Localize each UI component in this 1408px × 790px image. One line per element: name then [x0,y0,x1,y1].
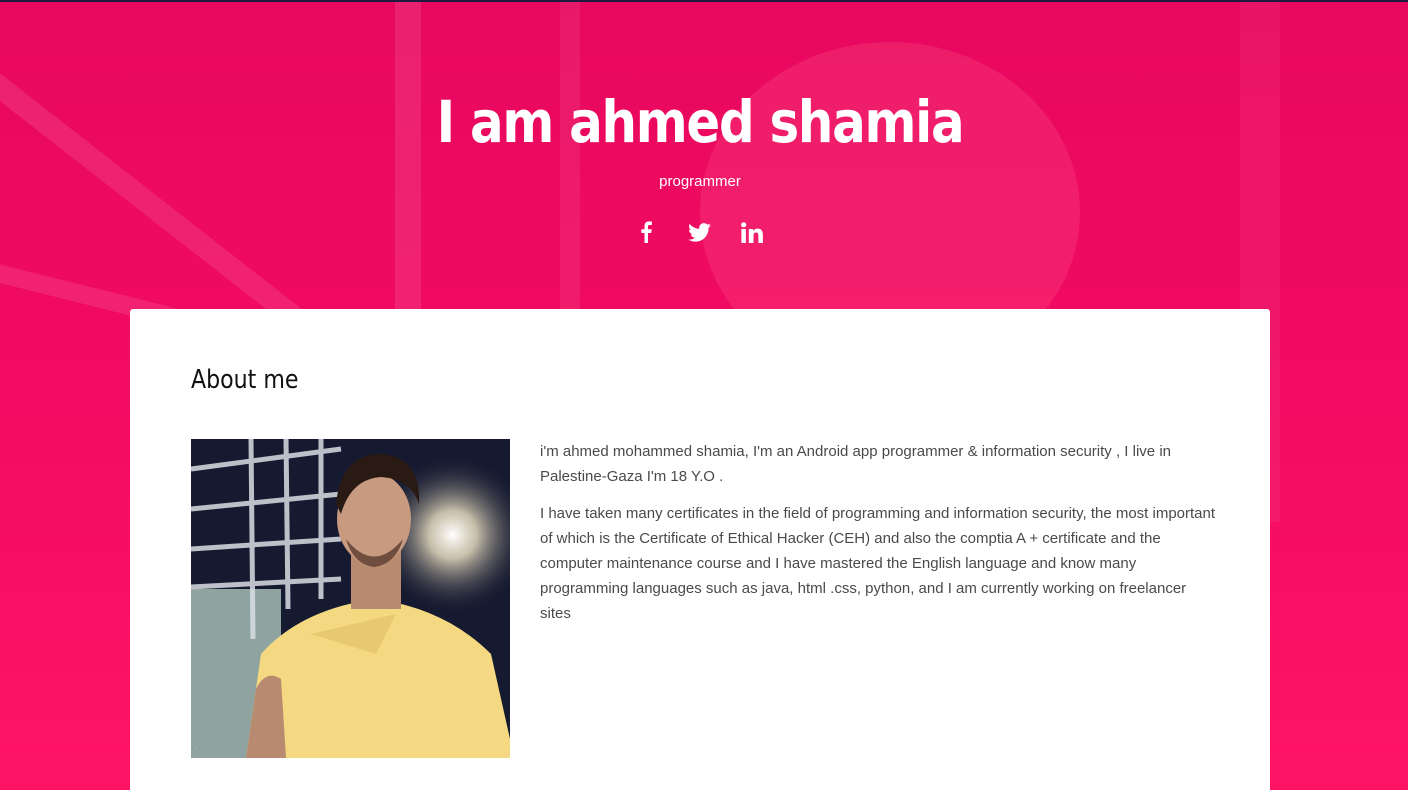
profile-photo: · [191,439,510,758]
about-card: About me · i'm ahmed mohammed shamia, I'… [130,309,1270,790]
twitter-icon [687,222,711,242]
about-heading: About me [191,365,299,395]
page-title: I am ahmed shamia [436,88,965,156]
profile-photo-image: · [191,439,510,758]
about-paragraph: i'm ahmed mohammed shamia, I'm an Androi… [540,443,1171,485]
about-paragraph: I have taken many certificates in the fi… [540,505,1216,622]
about-text: i'm ahmed mohammed shamia, I'm an Androi… [540,439,1220,638]
page-subtitle: programmer [659,173,741,190]
linkedin-link[interactable] [738,218,766,246]
twitter-link[interactable] [685,218,713,246]
facebook-link[interactable] [632,218,660,246]
facebook-icon [641,221,652,243]
linkedin-icon [741,221,763,243]
